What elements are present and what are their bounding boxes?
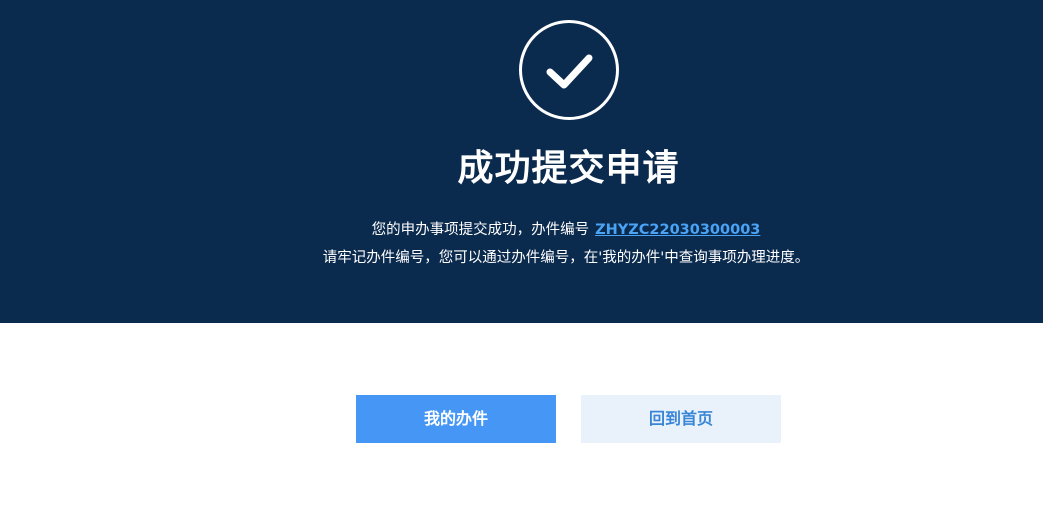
check-circle-icon bbox=[519, 20, 619, 120]
submission-message: 您的申办事项提交成功，办件编号 ZHYZC22030300003 bbox=[0, 219, 1043, 241]
case-number-link[interactable]: ZHYZC22030300003 bbox=[595, 222, 760, 238]
reminder-message: 请牢记办件编号，您可以通过办件编号，在'我的办件'中查询事项办理进度。 bbox=[322, 250, 810, 266]
check-mark-icon bbox=[546, 54, 593, 89]
back-home-button[interactable]: 回到首页 bbox=[581, 395, 781, 443]
submission-message-text: 您的申办事项提交成功，办件编号 bbox=[371, 222, 590, 238]
success-banner: 成功提交申请 您的申办事项提交成功，办件编号 ZHYZC22030300003 请… bbox=[0, 0, 1043, 323]
page-title: 成功提交申请 bbox=[457, 148, 680, 189]
my-cases-button[interactable]: 我的办件 bbox=[356, 395, 556, 443]
